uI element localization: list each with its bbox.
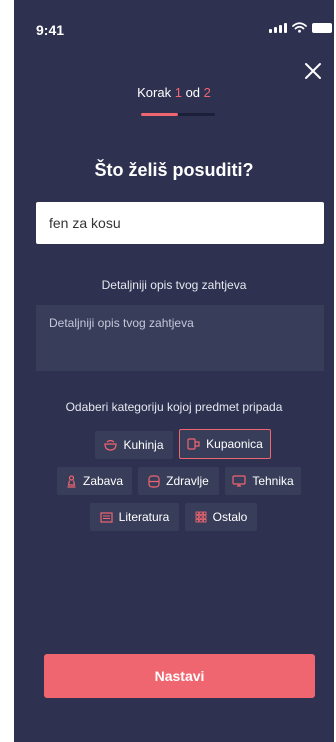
item-name-input[interactable] <box>36 202 324 244</box>
category-chip-label: Kupaonica <box>206 437 263 451</box>
category-label: Odaberi kategoriju kojoj predmet pripada <box>65 400 283 414</box>
grid-icon <box>195 511 207 523</box>
bowl-icon <box>104 439 118 451</box>
step-progress-fill <box>141 113 178 116</box>
app-screen: 9:41 Korak 1 od 2 Što želiš posuditi? De… <box>14 0 334 742</box>
bathroom-icon <box>187 438 200 450</box>
category-chip-kuhinja[interactable]: Kuhinja <box>95 431 173 459</box>
status-time: 9:41 <box>36 22 65 38</box>
description-textarea[interactable] <box>36 305 324 371</box>
chess-piece-icon <box>67 474 76 488</box>
step-indicator: Korak 1 od 2 <box>14 85 334 100</box>
description-label: Detaljniji opis tvog zahtjeva <box>101 278 247 292</box>
step-middle: od <box>185 85 201 100</box>
battery-icon <box>312 22 332 33</box>
category-chip-label: Literatura <box>118 510 170 524</box>
step-current: 1 <box>174 85 182 100</box>
category-chip-label: Ostalo <box>212 510 248 524</box>
category-chip-zabava[interactable]: Zabava <box>57 467 132 495</box>
category-chip-ostalo[interactable]: Ostalo <box>185 503 257 531</box>
category-chip-label: Tehnika <box>252 474 294 488</box>
close-icon[interactable] <box>302 60 324 82</box>
category-chip-literatura[interactable]: Literatura <box>90 503 179 531</box>
signal-icon <box>269 22 287 33</box>
continue-button[interactable]: Nastavi <box>44 654 315 698</box>
category-chip-label: Kuhinja <box>123 438 164 452</box>
wifi-icon <box>292 22 307 33</box>
step-progress-bar <box>141 113 215 116</box>
page-title: Što želiš posuditi? <box>94 160 254 180</box>
category-chip-label: Zabava <box>82 474 124 488</box>
health-icon <box>148 474 160 488</box>
status-icons <box>269 22 332 33</box>
category-chip-tehnika[interactable]: Tehnika <box>225 467 301 495</box>
screen: 9:41 Korak 1 od 2 Što želiš posuditi? De… <box>0 0 336 742</box>
monitor-icon <box>232 475 246 487</box>
category-chip-zdravlje[interactable]: Zdravlje <box>138 467 219 495</box>
category-chip-kupaonica[interactable]: Kupaonica <box>179 429 271 459</box>
book-icon <box>100 511 113 523</box>
step-prefix: Korak <box>137 85 172 100</box>
step-total: 2 <box>203 85 211 100</box>
category-chip-label: Zdravlje <box>166 474 209 488</box>
